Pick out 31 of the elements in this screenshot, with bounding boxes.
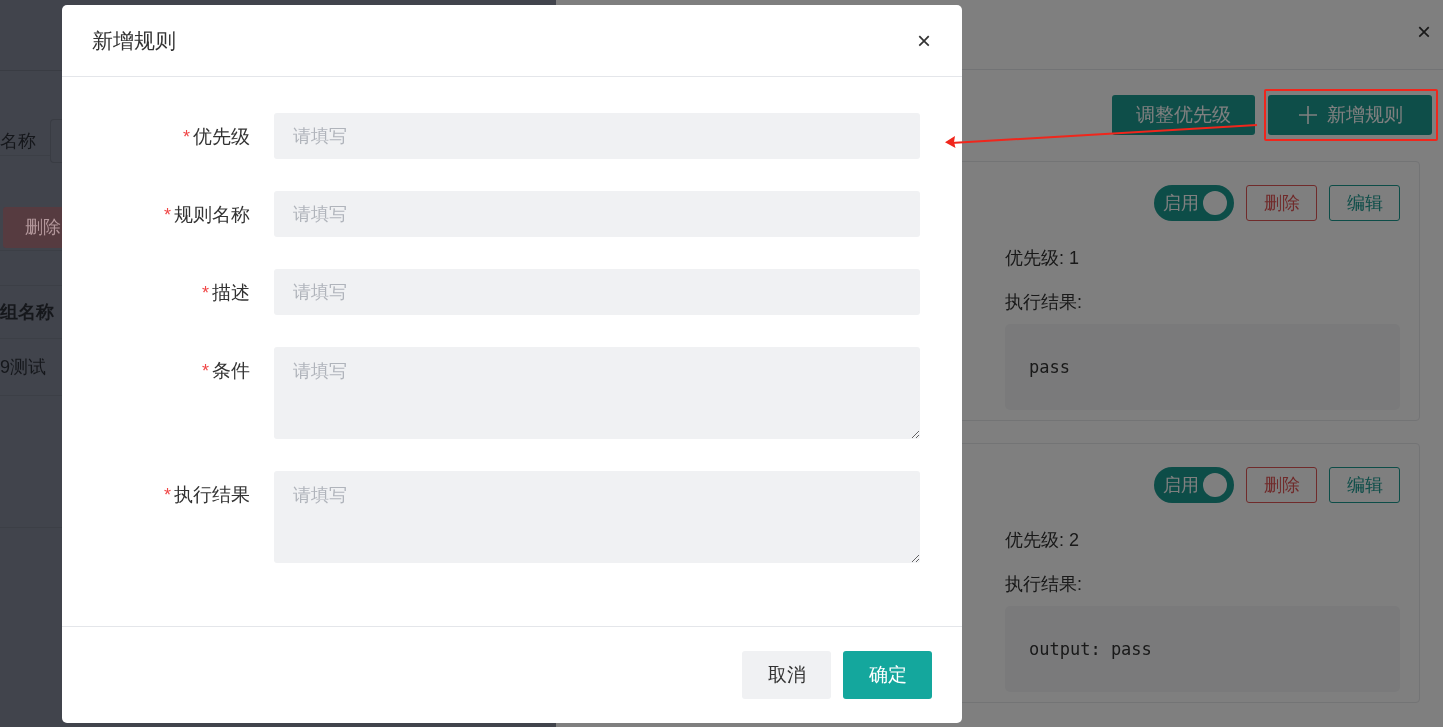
text-area[interactable]: 请填写	[274, 471, 920, 563]
close-icon[interactable]: ×	[917, 28, 931, 53]
field-label: *条件	[201, 359, 250, 383]
dialog-title: 新增规则	[92, 27, 176, 54]
code-text: pass	[1029, 357, 1070, 377]
field-label: *描述	[201, 281, 250, 305]
result-label: 执行结果:	[1005, 573, 1083, 596]
cancel-button[interactable]: 取消	[742, 651, 831, 699]
edit-button[interactable]: 编辑	[1329, 467, 1400, 503]
text-area[interactable]: 请填写	[274, 347, 920, 439]
code-text: output: pass	[1029, 639, 1152, 659]
close-icon[interactable]: ×	[1417, 19, 1431, 44]
delete-button[interactable]: 删除	[1246, 467, 1317, 503]
field-label: *规则名称	[163, 203, 250, 227]
delete-button[interactable]: 删除	[1246, 185, 1317, 221]
priority-text: 优先级: 2	[1005, 529, 1080, 552]
delete-button[interactable]: 删除	[3, 206, 62, 248]
input-field[interactable]: 请填写	[274, 113, 920, 159]
enable-switch[interactable]: 启用	[1154, 467, 1234, 503]
result-label: 执行结果:	[1005, 291, 1083, 314]
edit-button[interactable]: 编辑	[1329, 185, 1400, 221]
confirm-button[interactable]: 确定	[843, 651, 932, 699]
field-label: *优先级	[182, 125, 250, 149]
priority-button[interactable]: 调整优先级	[1112, 95, 1255, 135]
field-label: *执行结果	[163, 483, 250, 507]
plus-icon	[1299, 106, 1317, 124]
input-field[interactable]: 请填写	[274, 191, 920, 237]
add-rule-button[interactable]: 新增规则	[1268, 95, 1432, 135]
enable-switch[interactable]: 启用	[1154, 185, 1234, 221]
priority-text: 优先级: 1	[1005, 247, 1080, 270]
input-field[interactable]: 请填写	[274, 269, 920, 315]
